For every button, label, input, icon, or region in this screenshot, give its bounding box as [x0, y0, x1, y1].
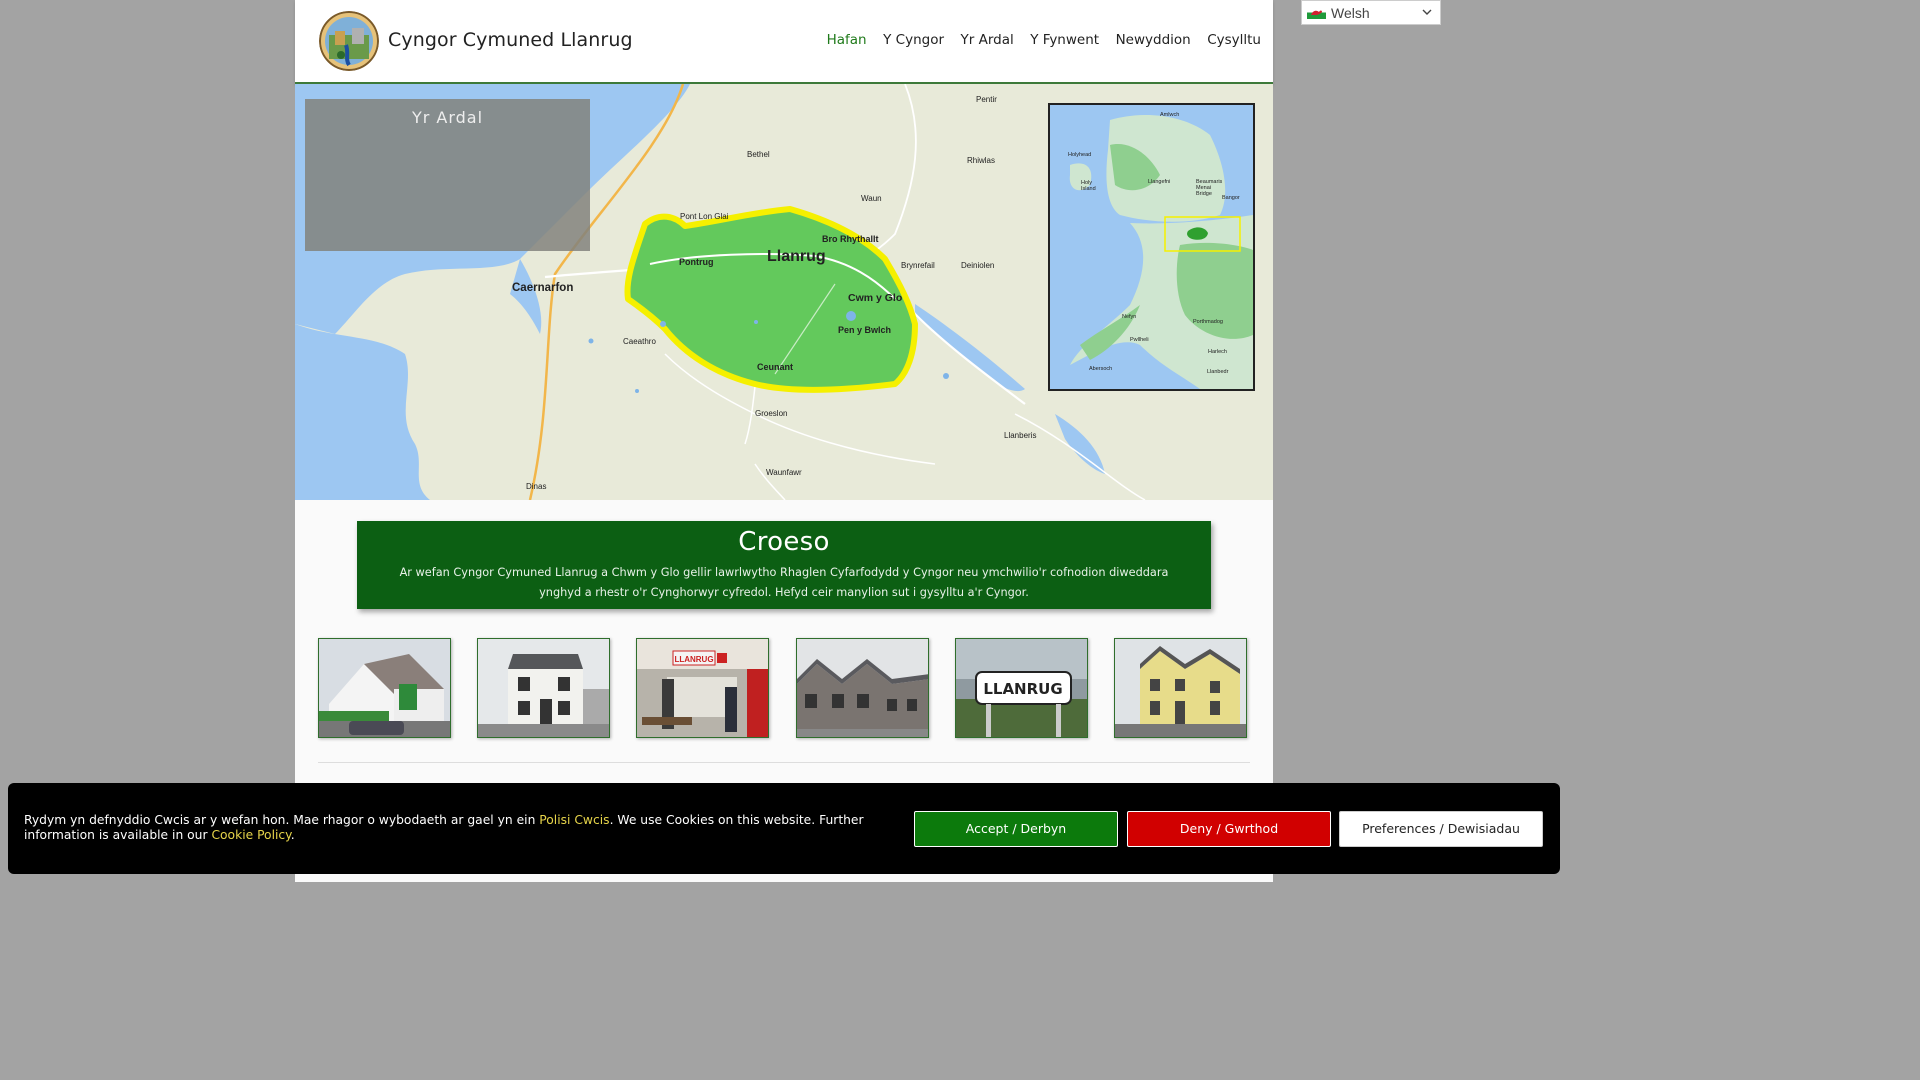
place-label: Rhiwlas: [967, 156, 996, 165]
nav-item-hafan[interactable]: Hafan: [827, 32, 867, 48]
place-label: Caernarfon: [512, 282, 574, 294]
inset-place-label: Harlech: [1208, 349, 1227, 355]
cookie-preferences-button[interactable]: Preferences / Dewisiadau: [1339, 811, 1543, 847]
place-label: Cwm y Glo: [848, 292, 903, 304]
inset-place-label: Bangor: [1222, 195, 1240, 201]
place-label: Llanberis: [1004, 431, 1037, 440]
cookie-policy-link-english[interactable]: Cookie Policy: [211, 828, 290, 842]
inset-place-label: Porthmadog: [1193, 319, 1223, 325]
site-title[interactable]: Cyngor Cymuned Llanrug: [388, 29, 633, 51]
place-label: Caeathro: [623, 337, 656, 346]
place-label: Llanrug: [767, 248, 826, 265]
place-label: Pont Lon Glai: [680, 212, 729, 221]
place-label: Pen y Bwlch: [838, 325, 892, 335]
cookie-policy-link-welsh[interactable]: Polisi Cwcis: [539, 813, 609, 827]
inset-map: Amlwch Holyhead Holy Island Llangefni Be…: [1048, 103, 1255, 391]
place-label: Bro Rhythallt: [822, 234, 879, 244]
content-divider: [318, 762, 1250, 763]
photo-gallery: LLANRUG LLANRUG: [318, 638, 1273, 738]
inset-place-label: Menai Bridge: [1196, 185, 1212, 197]
inset-map-graphic: [1050, 105, 1253, 389]
place-label: Groeslon: [755, 409, 788, 418]
cookie-banner: Rydym yn defnyddio Cwcis ar y wefan hon.…: [8, 783, 1560, 874]
deny-cookies-button[interactable]: Deny / Gwrthod: [1127, 811, 1331, 847]
welcome-panel: Croeso Ar wefan Cyngor Cymuned Llanrug a…: [357, 521, 1211, 609]
area-overlay-panel: Yr Ardal: [305, 99, 590, 251]
page-container: Cyngor Cymuned Llanrug Hafan Y Cyngor Yr…: [295, 0, 1273, 882]
inset-place-label: Amlwch: [1160, 112, 1180, 118]
site-header: Cyngor Cymuned Llanrug Hafan Y Cyngor Yr…: [295, 0, 1273, 84]
place-label: Ceunant: [757, 362, 793, 372]
shop-sign-text: LLANRUG: [675, 655, 714, 664]
main-nav: Hafan Y Cyngor Yr Ardal Y Fynwent Newydd…: [810, 32, 1261, 48]
inset-place-label: Holy Island: [1081, 180, 1096, 192]
cookie-text: Rydym yn defnyddio Cwcis ar y wefan hon.…: [24, 813, 864, 842]
language-selected: Welsh: [1331, 4, 1370, 21]
inset-place-label: Pwllheli: [1130, 337, 1149, 343]
overlay-title: Yr Ardal: [411, 108, 484, 127]
inset-place-label: Abersoch: [1089, 366, 1113, 372]
gallery-photo-village-sign[interactable]: LLANRUG: [954, 638, 1088, 738]
welcome-text: Ar wefan Cyngor Cymuned Llanrug a Chwm y…: [399, 566, 1169, 599]
nav-item-cysylltu[interactable]: Cysylltu: [1207, 32, 1261, 48]
council-logo[interactable]: [319, 11, 379, 71]
chevron-down-icon: [1422, 9, 1432, 15]
language-selector[interactable]: Welsh: [1301, 0, 1441, 25]
inset-place-label: Llanbedr: [1207, 369, 1229, 375]
place-label: Dinas: [526, 482, 547, 491]
gallery-photo-pub[interactable]: [477, 638, 611, 738]
gallery-photo-shop-front[interactable]: LLANRUG: [636, 638, 770, 738]
place-label: Waun: [861, 194, 882, 203]
gallery-photo-shop[interactable]: [318, 638, 451, 738]
nav-item-y-cyngor[interactable]: Y Cyngor: [883, 32, 944, 48]
village-sign-text: LLANRUG: [983, 680, 1062, 698]
wales-flag-icon: [1307, 6, 1326, 19]
place-label: Brynrefail: [901, 261, 935, 270]
gallery-photo-inn[interactable]: [1113, 638, 1247, 738]
place-label: Pentir: [976, 95, 997, 104]
nav-item-newyddion[interactable]: Newyddion: [1116, 32, 1191, 48]
accept-cookies-button[interactable]: Accept / Derbyn: [914, 811, 1118, 847]
place-label: Deiniolen: [961, 261, 995, 270]
area-map: Yr Ardal Pentir Bethel Rhiwlas Waun Pont…: [295, 84, 1273, 500]
inset-place-label: Nefyn: [1122, 314, 1137, 320]
nav-item-y-fynwent[interactable]: Y Fynwent: [1030, 32, 1099, 48]
inset-place-label: Holyhead: [1068, 152, 1092, 158]
place-label: Pontrug: [679, 257, 714, 267]
place-label: Bethel: [747, 150, 770, 159]
welcome-title: Croeso: [738, 527, 830, 557]
place-label: Waunfawr: [766, 468, 802, 477]
nav-item-yr-ardal[interactable]: Yr Ardal: [961, 32, 1014, 48]
gallery-photo-terrace[interactable]: [795, 638, 929, 738]
inset-place-label: Llangefni: [1148, 179, 1171, 185]
